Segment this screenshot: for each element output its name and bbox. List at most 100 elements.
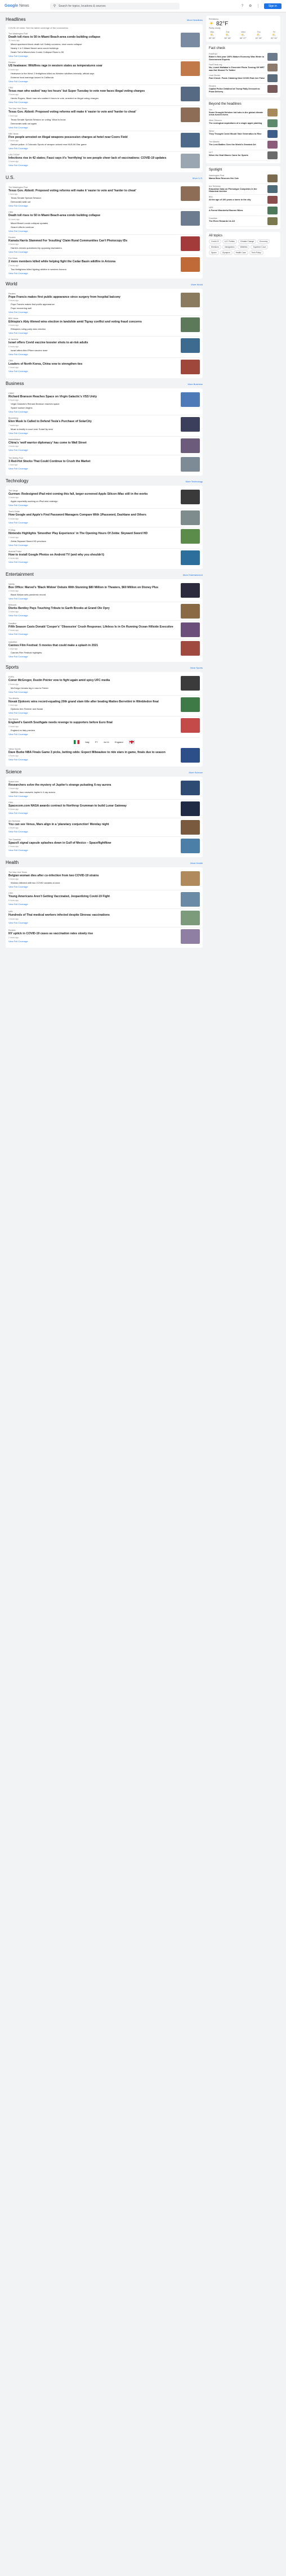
source-name[interactable]: Tom's Guide: [8, 510, 178, 513]
headline-link[interactable]: Cannes Film Festival: 5 movies that coul…: [8, 644, 178, 647]
headline-link[interactable]: SpaceX signal capsule splashes down in G…: [8, 841, 178, 845]
sidebar-headline[interactable]: Capital Police Detained at Trump Rally D…: [209, 88, 266, 93]
section-more-link[interactable]: More Business: [188, 383, 203, 386]
section-title[interactable]: Entertainment: [6, 572, 34, 577]
full-coverage-link[interactable]: View Full Coverage: [8, 921, 178, 924]
headline-link[interactable]: NY uptick in COVID-19 cases as vaccinati…: [8, 932, 178, 935]
section-title[interactable]: U.S.: [6, 175, 15, 180]
full-coverage-link[interactable]: View Full Coverage: [8, 272, 178, 275]
headline-link[interactable]: Death toll rises to 50 in Miami Beach-ar…: [8, 35, 178, 39]
headline-link[interactable]: Belgian woman dies after co-infection fr…: [8, 874, 178, 877]
section-title[interactable]: Headlines: [6, 17, 26, 22]
story-thumbnail[interactable]: [181, 186, 200, 201]
headline-link[interactable]: Gurman: Redesigned iPad mini coming this…: [8, 492, 178, 496]
topic-chip[interactable]: Tech Policy: [249, 250, 263, 255]
headline-link[interactable]: Israel offers Covid vaccine booster shot…: [8, 341, 178, 344]
apps-icon[interactable]: ⋮: [256, 4, 261, 8]
sidebar-thumbnail[interactable]: [267, 174, 278, 182]
full-coverage-link[interactable]: View Full Coverage: [8, 410, 178, 413]
sidebar-story[interactable]: Wired They Thought Covid Would Take Gener…: [209, 129, 278, 140]
headline-link[interactable]: Dierks Bentley Pays Touching Tribute to …: [8, 607, 178, 610]
full-coverage-link[interactable]: View Full Coverage: [8, 830, 178, 833]
source-name[interactable]: NPR: [8, 911, 178, 913]
headline-link[interactable]: Texas Gov. Abbott: Proposed voting refor…: [8, 189, 178, 192]
headline-link[interactable]: Leaders of North Korea, China vow to str…: [8, 362, 178, 366]
story-thumbnail[interactable]: [181, 211, 200, 226]
related-article[interactable]: Hervis Rogers, Black man who waited 6 ho…: [11, 97, 178, 100]
story-thumbnail[interactable]: [181, 583, 200, 598]
full-coverage-link[interactable]: View Full Coverage: [8, 449, 178, 451]
section-title[interactable]: Technology: [6, 478, 28, 483]
story-thumbnail[interactable]: [181, 929, 200, 944]
full-coverage-link[interactable]: View Full Coverage: [8, 126, 178, 129]
full-coverage-link[interactable]: View Full Coverage: [8, 521, 178, 524]
full-coverage-link[interactable]: View Full Coverage: [8, 733, 178, 736]
search-input[interactable]: ⚲ Search for topics, locations & sources: [50, 2, 180, 10]
related-article[interactable]: Heatwave in the West: 2 firefighters kil…: [11, 72, 178, 75]
topic-chip[interactable]: Health Care: [233, 250, 248, 255]
source-name[interactable]: BBC News: [8, 317, 178, 320]
story-thumbnail[interactable]: [181, 550, 200, 565]
sidebar-thumbnail[interactable]: [267, 151, 278, 159]
story-thumbnail[interactable]: [181, 489, 200, 504]
headline-link[interactable]: England's Gareth Southgate needs revenge…: [8, 721, 178, 724]
section-title[interactable]: Business: [6, 381, 24, 386]
sidebar-story[interactable]: Atlas Obscura The ecological aspirations …: [209, 118, 278, 129]
headline-link[interactable]: Hundreds of Thai medical workers infecte…: [8, 913, 178, 917]
related-article[interactable]: Extreme heat warnings issued in Californ…: [11, 76, 178, 79]
headline-link[interactable]: Novak Djokovic wins record-equaling 20th…: [8, 700, 178, 704]
sidebar-story[interactable]: Washington Post Mama Bear Rescues Her Cub: [209, 173, 278, 184]
headline-link[interactable]: Kamala Harris Slammed For 'Insulting' Cl…: [8, 239, 178, 243]
headline-link[interactable]: Nintendo Highlights 'Smoother Play Exper…: [8, 532, 178, 535]
related-article[interactable]: England vs Italy preview: [11, 729, 178, 732]
section-more-link[interactable]: More Science: [189, 771, 203, 774]
related-article[interactable]: Search efforts continue: [11, 226, 178, 229]
topic-chip[interactable]: Covid-19: [209, 239, 221, 244]
headline-link[interactable]: Ethiopia's Abiy Ahmed wins election in l…: [8, 320, 178, 324]
story-thumbnail[interactable]: [181, 622, 200, 637]
section-title[interactable]: World: [6, 281, 17, 286]
section-more-link[interactable]: More Headlines: [187, 19, 203, 21]
section-more-link[interactable]: More Sports: [190, 666, 203, 669]
sidebar-thumbnail[interactable]: [267, 195, 278, 204]
story-thumbnail[interactable]: [181, 392, 200, 407]
related-article[interactable]: McGregor breaks leg in loss to Poirier: [11, 687, 178, 689]
full-coverage-link[interactable]: View Full Coverage: [8, 903, 178, 906]
sidebar-headline[interactable]: Mama Bear Rescues Her Cub: [209, 177, 266, 180]
story-thumbnail[interactable]: [181, 676, 200, 691]
full-coverage-link[interactable]: View Full Coverage: [8, 164, 178, 167]
source-name[interactable]: The Motley Fool: [8, 457, 178, 459]
related-article[interactable]: Israel offers third Pfizer vaccine dose: [11, 349, 178, 352]
headline-link[interactable]: How to install Google Photos on Android …: [8, 553, 178, 557]
headline-link[interactable]: Pope Francis makes first public appearan…: [8, 295, 178, 299]
source-name[interactable]: Fox News: [8, 257, 178, 259]
related-article[interactable]: Texas Senate Special Session on voting: …: [11, 118, 178, 121]
headline-link[interactable]: Fifth Season Casts Donald 'Cooper's' 'Ob…: [8, 625, 178, 629]
headline-link[interactable]: You can see Venus, Mars align in a 'plan…: [8, 823, 178, 826]
sidebar-thumbnail[interactable]: [267, 108, 278, 117]
full-coverage-link[interactable]: View Full Coverage: [8, 940, 178, 943]
full-coverage-link[interactable]: View Full Coverage: [8, 885, 178, 888]
full-coverage-link[interactable]: View Full Coverage: [8, 758, 178, 761]
story-thumbnail[interactable]: [181, 292, 200, 307]
related-article[interactable]: Two firefighters killed fighting wildfir…: [11, 268, 178, 271]
headline-link[interactable]: Young Americans Aren't Getting Vaccinate…: [8, 895, 178, 898]
source-name[interactable]: The Verge: [8, 490, 178, 492]
story-thumbnail[interactable]: [181, 86, 200, 101]
related-article[interactable]: Miami apartment block death toll: Safety…: [11, 43, 178, 46]
full-coverage-link[interactable]: View Full Coverage: [8, 204, 178, 207]
help-icon[interactable]: ?: [240, 4, 245, 8]
full-coverage-link[interactable]: View Full Coverage: [8, 795, 178, 798]
sidebar-thumbnail[interactable]: [267, 140, 278, 149]
settings-icon[interactable]: ⚙: [248, 4, 253, 8]
full-coverage-link[interactable]: View Full Coverage: [8, 370, 178, 373]
full-coverage-link[interactable]: View Full Coverage: [8, 812, 178, 814]
story-thumbnail[interactable]: [181, 61, 200, 77]
sidebar-thumbnail[interactable]: [267, 185, 278, 193]
sidebar-headline[interactable]: The River Rewards Us All: [209, 220, 266, 223]
sidebar-headline[interactable]: No, Lionel Mallabar's Chevrolet Photo Tu…: [209, 66, 266, 71]
story-thumbnail[interactable]: [181, 911, 200, 926]
related-article[interactable]: Musk to testify in court over SolarCity …: [11, 428, 178, 431]
sidebar-thumbnail[interactable]: [267, 74, 278, 83]
story-thumbnail[interactable]: [181, 456, 200, 472]
